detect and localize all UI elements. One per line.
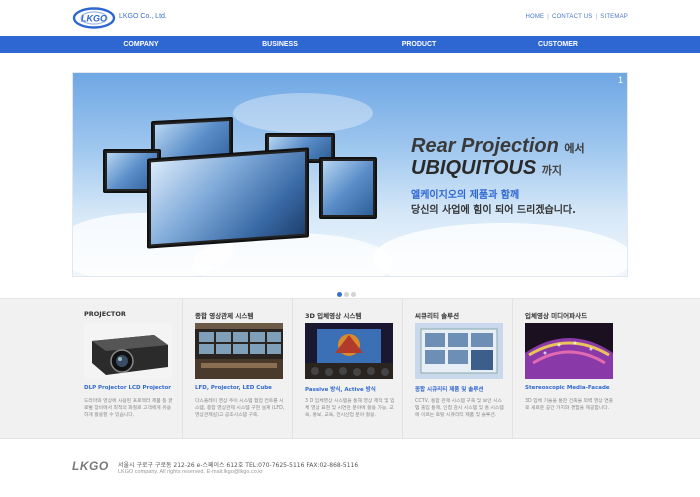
- lkgo-logo[interactable]: LKGO: [72, 6, 120, 30]
- home-link[interactable]: HOME: [525, 14, 544, 20]
- product-description: 다스플레이 영상 주이 시스템 협업 컨트롤 시스템, 종합 영상관제 시스템 …: [195, 399, 285, 418]
- hero-title-line1: Rear Projection 에서: [411, 135, 585, 157]
- product-subtitle: Stereoscopic Media-Facade: [525, 385, 610, 391]
- slide-dot-2[interactable]: [344, 292, 349, 297]
- product-card-control-system[interactable]: 종합 영상관제 시스템 LFD, Projector, LED Cube 다스플…: [182, 299, 292, 439]
- product-card-media-facade[interactable]: 입체영상 미디어파사드 Stereoscopic Media-Facade 3D…: [512, 299, 622, 439]
- contact-us-link[interactable]: CONTACT US: [552, 14, 592, 20]
- slide-dot-3[interactable]: [351, 292, 356, 297]
- product-title: 3D 입체영상 시스템: [305, 312, 362, 320]
- control-room-image: [195, 323, 283, 379]
- hero-title-line2: UBIQUITOUS 까지: [411, 157, 563, 179]
- product-title: 입체영상 미디어파사드: [525, 312, 588, 320]
- slide-dot-1[interactable]: [337, 292, 342, 297]
- footer: LKGO 서울시 구로구 구로동 212-26 e-스페이스 612호 TEL:…: [0, 438, 700, 497]
- nav-item-company[interactable]: COMPANY: [81, 36, 201, 53]
- logo-text: LKGO: [81, 14, 107, 24]
- footer-copyright: LKGO company. All rights reserved. E-mai…: [118, 469, 263, 475]
- projector-image: [84, 323, 172, 379]
- display-screen-image: [319, 157, 377, 219]
- 3d-theater-image: [305, 323, 393, 379]
- cloud-decoration: [373, 223, 627, 276]
- nav-item-customer[interactable]: CUSTOMER: [498, 36, 618, 53]
- hero-banner[interactable]: 1 Rear Projection 에서 UBIQUITOUS 까지 엘케이지오…: [72, 72, 628, 277]
- product-description: CCTV, 통합 관제 시스템 구축 및 보안 시스템 출입 통제, 인접 감시…: [415, 399, 504, 418]
- main-nav: COMPANY BUSINESS PRODUCT CUSTOMER: [0, 36, 700, 53]
- product-card-projector[interactable]: PROJECTOR DLP Projector LCD Projector 드라…: [72, 299, 182, 439]
- product-description: 3D 입체 기술을 통한 건축물 외벽 영상 연출로 새로운 공간 가치와 경험…: [525, 399, 614, 411]
- hero-subtitle-line1: 엘케이지오의 제품과 함께: [411, 190, 520, 201]
- footer-address: 서울시 구로구 구로동 212-26 e-스페이스 612호 TEL:070-7…: [118, 462, 359, 469]
- product-title: 씨큐리티 솔루션: [415, 312, 460, 320]
- product-card-security[interactable]: 씨큐리티 솔루션 종합 시큐리티 제품 및 솔루션 CCTV, 통합 관제 시스…: [402, 299, 512, 439]
- separator: |: [547, 14, 550, 20]
- cloud-decoration: [233, 93, 373, 133]
- sitemap-link[interactable]: SITEMAP: [600, 14, 628, 20]
- display-screen-image: [147, 147, 309, 249]
- nav-item-business[interactable]: BUSINESS: [220, 36, 340, 53]
- product-subtitle: 종합 시큐리티 제품 및 솔루션: [415, 387, 484, 393]
- media-facade-image: [525, 323, 613, 379]
- product-card-3d-system[interactable]: 3D 입체영상 시스템 Passive 방식, Active 방식 3 D 입체…: [292, 299, 402, 439]
- product-subtitle: Passive 방식, Active 방식: [305, 387, 376, 393]
- separator: |: [595, 14, 598, 20]
- footer-logo: LKGO: [72, 459, 109, 473]
- company-name: LKGO Co., Ltd.: [119, 13, 167, 20]
- product-title: PROJECTOR: [84, 310, 126, 318]
- product-description: 드라마와 영상에 사용된 프로젝터 제품 등 글로벌 장비에서 최적의 화질로 …: [84, 399, 173, 418]
- product-subtitle: LFD, Projector, LED Cube: [195, 385, 272, 391]
- product-subtitle: DLP Projector LCD Projector: [84, 385, 171, 391]
- product-description: 3 D 입체영상 시스템을 통해 영상 제작 및 입체 영상 표현 및 시연관 …: [305, 399, 395, 418]
- product-title: 종합 영상관제 시스템: [195, 312, 254, 320]
- slide-number: 1: [617, 75, 623, 85]
- hero-subtitle-line2: 당신의 사업에 힘이 되어 드리겠습니다.: [411, 205, 576, 216]
- nav-item-product[interactable]: PRODUCT: [359, 36, 479, 53]
- security-image: [415, 323, 503, 379]
- utility-nav: HOME | CONTACT US | SITEMAP: [525, 14, 628, 20]
- header: LKGO LKGO Co., Ltd. HOME | CONTACT US | SITE…: [0, 0, 700, 36]
- products-section: PROJECTOR DLP Projector LCD Projector 드라…: [0, 298, 700, 439]
